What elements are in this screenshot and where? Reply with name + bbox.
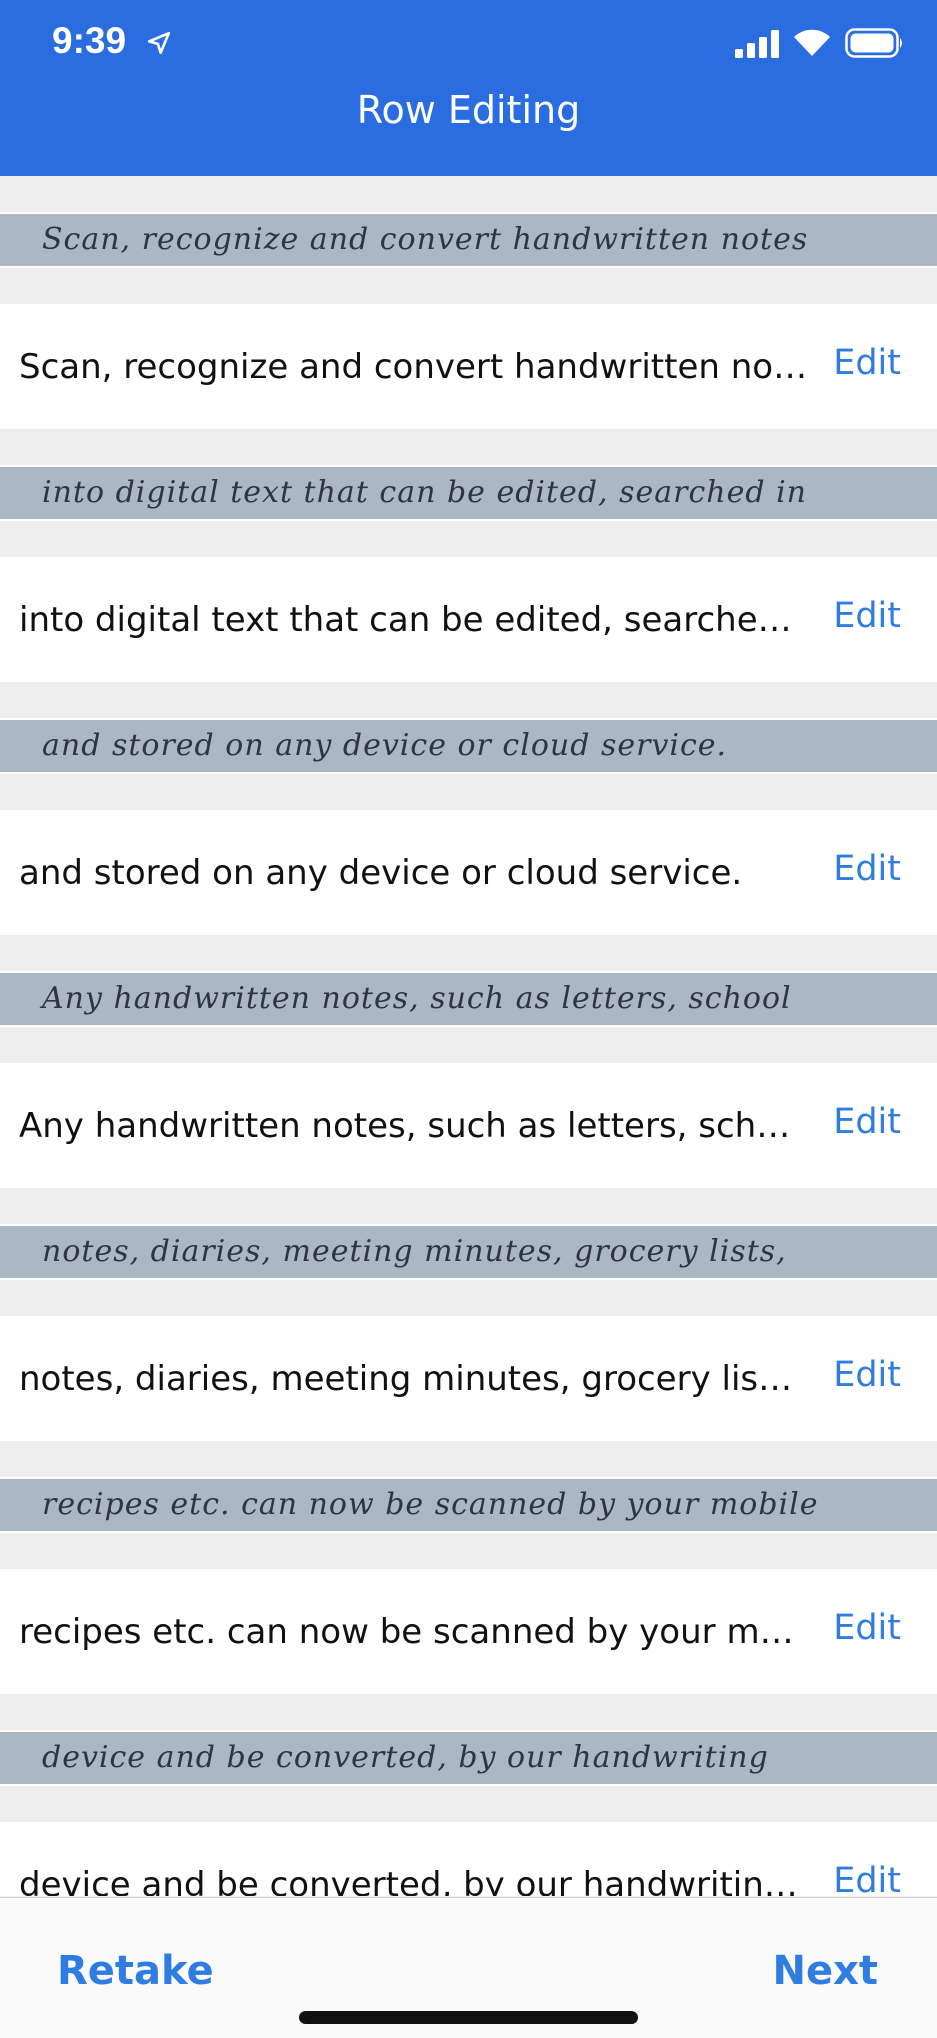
list-item[interactable]: Scan, recognize and convert handwritten …	[0, 304, 937, 429]
recognized-text: device and be converted, by our handwrit…	[19, 1865, 809, 1896]
recognized-text: recipes etc. can now be scanned by your …	[19, 1612, 794, 1652]
scanned-line-image: Scan, recognize and convert handwritten …	[0, 212, 937, 268]
edit-button[interactable]: Edit	[833, 338, 901, 388]
scanned-line-text: device and be converted, by our handwrit…	[42, 1740, 769, 1775]
row-group: notes, diaries, meeting minutes, grocery…	[0, 1188, 937, 1441]
edit-button[interactable]: Edit	[833, 591, 901, 641]
list-item[interactable]: device and be converted, by our handwrit…	[0, 1822, 937, 1896]
home-indicator[interactable]	[299, 2011, 638, 2024]
recognized-text: notes, diaries, meeting minutes, grocery…	[19, 1359, 793, 1399]
scanned-line-text: notes, diaries, meeting minutes, grocery…	[42, 1234, 787, 1269]
next-button[interactable]: Next	[772, 1948, 878, 1994]
list-item[interactable]: and stored on any device or cloud servic…	[0, 810, 937, 935]
scanned-line-image: into digital text that can be edited, se…	[0, 465, 937, 521]
edit-button[interactable]: Edit	[833, 1097, 901, 1147]
signal-icon	[735, 30, 779, 58]
location-arrow-icon	[147, 31, 171, 55]
list-item[interactable]: recipes etc. can now be scanned by your …	[0, 1569, 937, 1694]
edit-button[interactable]: Edit	[833, 1856, 901, 1896]
row-group: into digital text that can be edited, se…	[0, 429, 937, 682]
list-item[interactable]: into digital text that can be edited, se…	[0, 557, 937, 682]
bottom-toolbar: Retake Next	[0, 1897, 937, 2038]
scanned-line-text: into digital text that can be edited, se…	[42, 475, 808, 510]
scanned-line-text: and stored on any device or cloud servic…	[42, 728, 728, 763]
edit-button[interactable]: Edit	[833, 1603, 901, 1653]
scanned-line-image: Any handwritten notes, such as letters, …	[0, 971, 937, 1027]
row-group: and stored on any device or cloud servic…	[0, 682, 937, 935]
scanned-line-image: device and be converted, by our handwrit…	[0, 1730, 937, 1786]
scanned-line-image: and stored on any device or cloud servic…	[0, 718, 937, 774]
scanned-line-image: notes, diaries, meeting minutes, grocery…	[0, 1224, 937, 1280]
recognized-text: into digital text that can be edited, se…	[19, 600, 792, 640]
list-item[interactable]: notes, diaries, meeting minutes, grocery…	[0, 1316, 937, 1441]
edit-button[interactable]: Edit	[833, 844, 901, 894]
row-group: recipes etc. can now be scanned by your …	[0, 1441, 937, 1694]
row-list[interactable]: Scan, recognize and convert handwritten …	[0, 176, 937, 1896]
recognized-text: Any handwritten notes, such as letters, …	[19, 1106, 791, 1146]
page-title: Row Editing	[356, 88, 581, 132]
wifi-icon	[794, 29, 830, 56]
edit-button[interactable]: Edit	[833, 1350, 901, 1400]
list-item[interactable]: Any handwritten notes, such as letters, …	[0, 1063, 937, 1188]
row-group: Any handwritten notes, such as letters, …	[0, 935, 937, 1188]
row-group: Scan, recognize and convert handwritten …	[0, 176, 937, 429]
row-group: device and be converted, by our handwrit…	[0, 1694, 937, 1896]
scanned-line-text: Scan, recognize and convert handwritten …	[42, 222, 809, 257]
scanned-line-text: Any handwritten notes, such as letters, …	[42, 981, 792, 1016]
recognized-text: Scan, recognize and convert handwritten …	[19, 347, 808, 387]
status-time: 9:39	[52, 20, 127, 61]
recognized-text: and stored on any device or cloud servic…	[19, 853, 743, 893]
scanned-line-text: recipes etc. can now be scanned by your …	[42, 1487, 819, 1522]
navigation-header: 9:39 Row Editing	[0, 0, 937, 176]
battery-icon	[845, 28, 902, 58]
retake-button[interactable]: Retake	[57, 1948, 214, 1994]
scanned-line-image: recipes etc. can now be scanned by your …	[0, 1477, 937, 1533]
